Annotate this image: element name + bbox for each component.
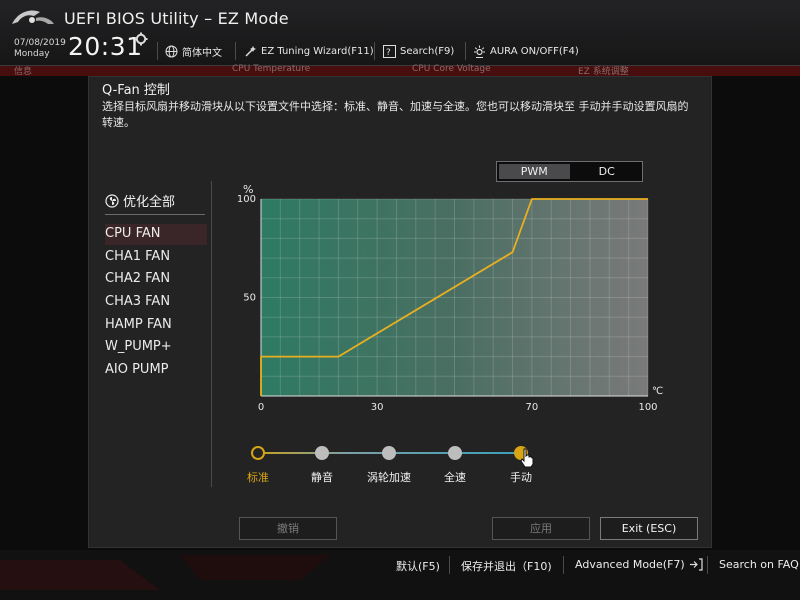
panel-divider (211, 181, 212, 487)
aura-label: AURA ON/OFF(F4) (490, 45, 579, 57)
exit-arrow-icon (689, 558, 703, 571)
x-tick-label: 0 (258, 402, 264, 411)
profile-label-silent[interactable]: 静音 (292, 469, 352, 485)
profile-label-turbo[interactable]: 涡轮加速 (359, 469, 419, 485)
y-axis-label: % (243, 183, 253, 196)
toolbar-separator (157, 42, 158, 60)
save-exit-button[interactable]: 保存并退出（F10) (461, 558, 552, 574)
fan-item-aio-pump[interactable]: AIO PUMP (105, 360, 207, 381)
advanced-mode-label: Advanced Mode(F7) (575, 558, 685, 571)
top-header: UEFI BIOS Utility – EZ Mode 07/08/2019 M… (0, 0, 800, 66)
advanced-mode-button[interactable]: Advanced Mode(F7) (575, 558, 703, 571)
svg-text:?: ? (386, 48, 391, 58)
profile-dot-full-speed[interactable] (448, 446, 462, 460)
clock: 20:31 (68, 32, 143, 61)
exit-button[interactable]: Exit (ESC) (600, 517, 698, 540)
language-button[interactable]: 简体中文 (165, 44, 222, 59)
day-text: Monday (14, 49, 50, 59)
hand-cursor-icon (520, 448, 534, 468)
bottom-separator (707, 556, 708, 574)
bottom-status-bar: 默认(F5) 保存并退出（F10) Advanced Mode(F7) Sear… (0, 550, 800, 600)
undo-button[interactable]: 撤销 (239, 517, 337, 540)
profile-dot-silent[interactable] (315, 446, 329, 460)
background-tab: CPU Core Voltage (412, 64, 491, 74)
qfan-control-dialog: Q-Fan 控制 选择目标风扇并移动滑块从以下设置文件中选择：标准、静音、加速与… (88, 76, 712, 548)
date-text: 07/08/2019 (14, 38, 66, 48)
profile-label-manual[interactable]: 手动 (491, 469, 551, 485)
fan-curve-chart[interactable]: 0 30 70 10050100%℃ (224, 181, 664, 411)
date-display: 07/08/2019 Monday (14, 38, 66, 60)
chart-grid (260, 198, 649, 397)
fan-item-hamp-fan[interactable]: HAMP FAN (105, 315, 207, 336)
pwm-dc-toggle[interactable]: PWM DC (496, 161, 643, 182)
fan-item-w-pump[interactable]: W_PUMP+ (105, 337, 207, 358)
toolbar-separator (374, 42, 375, 60)
ez-tuning-label: EZ Tuning Wizard(F11) (261, 45, 374, 57)
gear-icon[interactable] (134, 32, 148, 46)
fan-item-cha1-fan[interactable]: CHA1 FAN (105, 247, 207, 268)
rog-logo-icon (12, 10, 54, 24)
background-tab: 信息 (14, 67, 33, 77)
optimize-all-label: 优化全部 (123, 195, 176, 210)
language-label: 简体中文 (182, 47, 222, 59)
apply-button[interactable]: 应用 (492, 517, 590, 540)
optimize-all-button[interactable]: 优化全部 (105, 191, 175, 210)
toolbar-separator (465, 42, 466, 60)
fan-item-cpu-fan[interactable]: CPU FAN (105, 224, 207, 245)
default-button[interactable]: 默认(F5) (396, 558, 440, 574)
profile-dot-turbo[interactable] (382, 446, 396, 460)
profile-label-standard[interactable]: 标准 (228, 469, 288, 485)
x-tick-label: 30 (371, 402, 384, 411)
x-tick-label: 100 (638, 402, 657, 411)
background-tab: CPU Temperature (232, 64, 311, 74)
search-faq-button[interactable]: Search on FAQ (719, 558, 799, 571)
pwm-option[interactable]: PWM (499, 164, 570, 179)
app-title: UEFI BIOS Utility – EZ Mode (64, 9, 289, 28)
fan-list-divider (105, 214, 205, 215)
search-label: Search(F9) (400, 45, 455, 57)
fan-profile-slider[interactable]: 标准 静音 涡轮加速 全速 手动 (247, 445, 534, 485)
profile-label-full-speed[interactable]: 全速 (425, 469, 485, 485)
dc-option[interactable]: DC (572, 162, 643, 181)
x-tick-label: 70 (526, 402, 539, 411)
fan-item-cha2-fan[interactable]: CHA2 FAN (105, 269, 207, 290)
globe-icon (165, 45, 178, 57)
search-icon: ? (383, 44, 396, 58)
search-button[interactable]: ? Search(F9) (383, 44, 454, 58)
y-tick-label: 50 (243, 293, 256, 304)
profile-dot-standard[interactable] (251, 446, 265, 460)
x-axis-label: ℃ (652, 386, 663, 397)
toolbar-separator (235, 42, 236, 60)
fan-optimize-icon (105, 193, 119, 208)
bottom-separator (449, 556, 450, 574)
background-tab-strip (0, 66, 800, 76)
aura-toggle-button[interactable]: AURA ON/OFF(F4) (473, 44, 579, 58)
tuning-wizard-icon (245, 45, 256, 57)
bottom-separator (563, 556, 564, 574)
decorative-stripes (0, 555, 330, 590)
fan-item-cha3-fan[interactable]: CHA3 FAN (105, 292, 207, 313)
dialog-title: Q-Fan 控制 (102, 83, 170, 98)
ez-tuning-wizard-button[interactable]: EZ Tuning Wizard(F11) (244, 44, 374, 58)
aura-light-icon (474, 45, 485, 58)
dialog-description: 选择目标风扇并移动滑块从以下设置文件中选择：标准、静音、加速与全速。您也可以移动… (102, 100, 689, 129)
